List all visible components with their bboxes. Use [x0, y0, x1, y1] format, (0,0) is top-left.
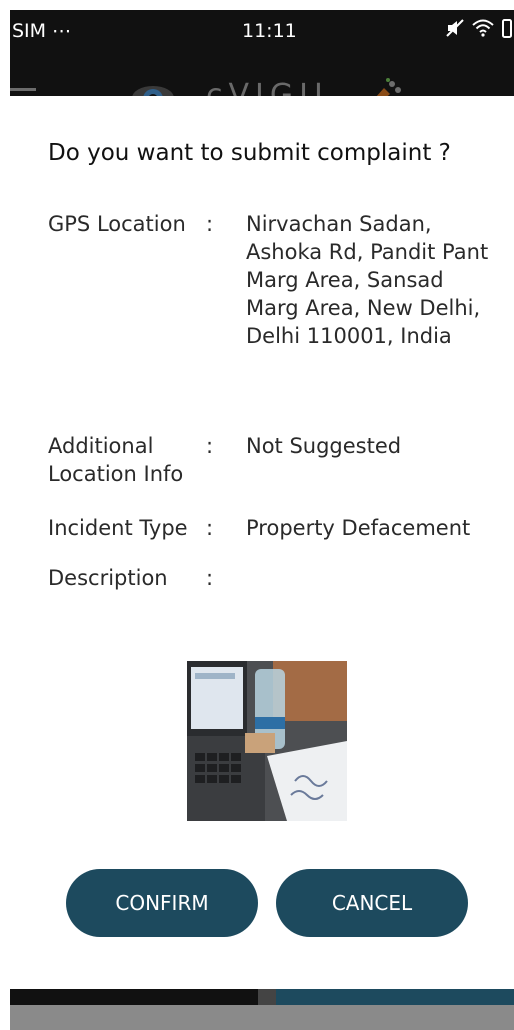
- dialog-title: Do you want to submit complaint ?: [48, 140, 451, 166]
- field-row-description: Description :: [48, 564, 498, 594]
- field-value: Not Suggested: [246, 434, 402, 458]
- bottom-bar-left: [10, 989, 258, 1005]
- status-bar: SIM ⋯ 11:11: [10, 10, 514, 52]
- field-colon: :: [206, 434, 214, 458]
- wifi-icon: [472, 19, 494, 37]
- status-icons: [446, 18, 512, 38]
- field-label: Additional Location Info: [48, 434, 184, 486]
- battery-icon: [502, 19, 512, 38]
- field-label: GPS Location: [48, 212, 186, 236]
- carrier-label: SIM ⋯: [12, 20, 72, 42]
- bottom-bar-divider: [258, 989, 276, 1005]
- system-navigation-bar: [10, 1005, 514, 1030]
- field-row-incident-type: Incident Type : Property Defacement: [48, 514, 498, 544]
- field-row-additional-location: Additional Location Info : Not Suggested: [48, 432, 498, 492]
- mute-icon: [446, 19, 464, 37]
- menu-icon[interactable]: [10, 88, 36, 91]
- field-label: Incident Type: [48, 516, 188, 540]
- bottom-bar-right: [276, 989, 514, 1005]
- confirm-complaint-dialog: Do you want to submit complaint ? GPS Lo…: [10, 96, 514, 1002]
- field-colon: :: [206, 516, 214, 540]
- field-label: Description: [48, 566, 168, 590]
- clock: 11:11: [242, 20, 297, 42]
- cancel-button[interactable]: CANCEL: [276, 869, 468, 937]
- field-value: Nirvachan Sadan, Ashoka Rd, Pandit Pant …: [246, 212, 489, 348]
- screen-margin: [0, 0, 10, 1030]
- evidence-photo: [187, 661, 347, 821]
- evidence-photo-thumbnail[interactable]: [187, 661, 347, 821]
- field-colon: :: [206, 212, 214, 236]
- field-row-gps-location: GPS Location : Nirvachan Sadan, Ashoka R…: [48, 210, 498, 390]
- field-value: Property Defacement: [246, 516, 471, 540]
- phone-screen: SIM ⋯ 11:11 cVIGIL: [10, 10, 514, 1030]
- field-colon: :: [206, 566, 214, 590]
- confirm-button[interactable]: CONFIRM: [66, 869, 258, 937]
